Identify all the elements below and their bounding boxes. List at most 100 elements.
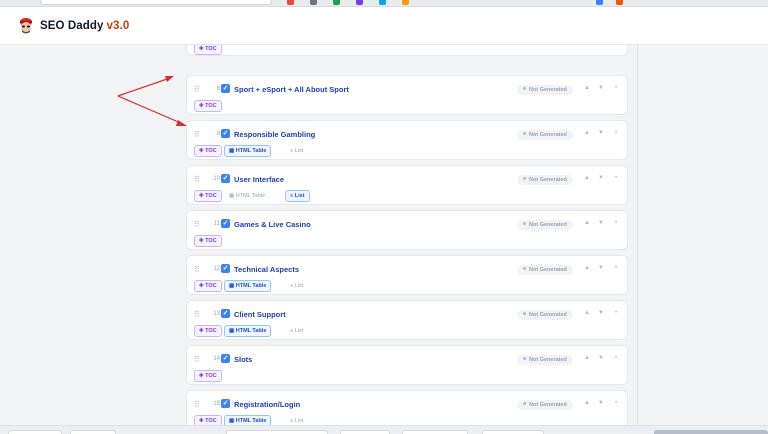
extension-icon[interactable] [596,0,603,5]
footer-button[interactable] [340,430,390,434]
more-icon[interactable]: • [615,400,617,406]
extension-icon[interactable] [310,0,317,5]
section-checkbox[interactable]: ✓ [221,219,230,228]
arrow-up-icon[interactable]: ▲ [584,130,590,136]
toc-chip[interactable]: ✚ TOC [194,100,222,112]
arrow-down-icon[interactable]: ▼ [598,265,604,271]
section-checkbox[interactable]: ✓ [221,354,230,363]
list-chip[interactable]: ≡ List [285,145,309,157]
footer-primary-button[interactable] [654,430,768,434]
drag-handle-icon[interactable]: ⠿ [194,310,200,319]
section-card[interactable]: ⠿ 15 ✓ Registration/Login Not Generated ▲ ▼ • ✚ … [186,390,628,425]
arrow-up-icon[interactable]: ▲ [584,220,590,226]
toc-chip[interactable]: ✚ TOC [194,235,222,247]
section-checkbox[interactable]: ✓ [221,129,230,138]
section-card[interactable]: ⠿ 11 ✓ Games & Live Casino Not Generated ▲ ▼ • ✚… [186,210,628,250]
arrow-down-icon[interactable]: ▼ [598,400,604,406]
more-icon[interactable]: • [615,85,617,91]
section-title[interactable]: Slots [234,355,252,364]
footer-button[interactable] [482,430,544,434]
drag-handle-icon[interactable]: ⠿ [194,355,200,364]
toc-chip[interactable]: ✚ TOC [194,280,222,292]
html-table-chip[interactable]: ▦ HTML Table [224,325,272,337]
list-chip[interactable]: ≡ List [285,325,309,337]
section-card[interactable]: ⠿ 14 ✓ Slots Not Generated ▲ ▼ • ✚ TOC [186,345,628,385]
section-card[interactable]: ⠿ 9 ✓ Responsible Gambling Not Generated ▲ ▼ • ✚… [186,120,628,160]
html-table-chip[interactable]: ▦ HTML Table [224,190,271,202]
section-title[interactable]: Games & Live Casino [234,220,311,229]
section-title[interactable]: Technical Aspects [234,265,299,274]
arrow-down-icon[interactable]: ▼ [598,175,604,181]
html-table-label: HTML Table [235,148,267,154]
more-icon[interactable]: • [615,310,617,316]
section-title[interactable]: Registration/Login [234,400,300,409]
more-icon[interactable]: • [615,265,617,271]
more-icon[interactable]: • [615,175,617,181]
extension-icon[interactable] [356,0,363,5]
drag-handle-icon[interactable]: ⠿ [194,85,200,94]
arrow-up-icon[interactable]: ▲ [584,310,590,316]
drag-handle-icon[interactable]: ⠿ [194,265,200,274]
toc-chip[interactable]: ✚ TOC [194,190,222,202]
toc-label: TOC [205,193,217,199]
extension-icon[interactable] [287,0,294,5]
list-chip[interactable]: ≡ List [285,190,310,202]
drag-handle-icon[interactable]: ⠿ [194,175,200,184]
arrow-up-icon[interactable]: ▲ [584,85,590,91]
toc-chip[interactable]: ✚ TOC [194,415,222,425]
extension-icon[interactable] [379,0,386,5]
section-title[interactable]: Responsible Gambling [234,130,315,139]
extension-icon[interactable] [402,0,409,5]
section-number: 13 [213,311,220,317]
arrow-down-icon[interactable]: ▼ [598,220,604,226]
section-card[interactable]: ⠿ 10 ✓ User Interface Not Generated ▲ ▼ • ✚ TOC ▦… [186,165,628,205]
toc-chip[interactable]: ✚ TOC [194,325,222,337]
section-title[interactable]: User Interface [234,175,284,184]
section-checkbox[interactable]: ✓ [221,84,230,93]
footer-button[interactable] [70,430,116,434]
more-icon[interactable]: • [615,220,617,226]
arrow-down-icon[interactable]: ▼ [598,355,604,361]
section-card[interactable]: ⠿ 13 ✓ Client Support Not Generated ▲ ▼ • ✚ TOC ▦… [186,300,628,340]
arrow-up-icon[interactable]: ▲ [584,355,590,361]
arrow-up-icon[interactable]: ▲ [584,175,590,181]
section-checkbox[interactable]: ✓ [221,174,230,183]
html-table-chip[interactable]: ▦ HTML Table [224,280,272,292]
extension-icon[interactable] [616,0,623,5]
section-checkbox[interactable]: ✓ [221,309,230,318]
footer-button[interactable] [8,430,62,434]
list-chip[interactable]: ≡ List [285,280,309,292]
html-table-chip[interactable]: ▦ HTML Table [224,415,272,425]
more-icon[interactable]: • [615,130,617,136]
more-icon[interactable]: • [615,355,617,361]
section-number: 9 [216,131,220,137]
address-bar[interactable] [40,0,272,5]
toc-chip[interactable]: ✚ TOC [194,45,222,55]
toc-label: TOC [205,418,217,424]
drag-handle-icon[interactable]: ⠿ [194,130,200,139]
arrow-up-icon[interactable]: ▲ [584,400,590,406]
section-title[interactable]: Client Support [234,310,286,319]
footer-button[interactable] [402,430,468,434]
arrow-down-icon[interactable]: ▼ [598,130,604,136]
section-number: 10 [213,176,220,182]
list-label: List [294,283,304,289]
section-card[interactable]: ✚ TOC [186,45,628,56]
drag-handle-icon[interactable]: ⠿ [194,220,200,229]
toc-chip[interactable]: ✚ TOC [194,145,222,157]
arrow-down-icon[interactable]: ▼ [598,310,604,316]
section-card[interactable]: ⠿ 8 ✓ Sport + eSport + All About Sport Not G… [186,75,628,115]
html-table-chip[interactable]: ▦ HTML Table [224,145,272,157]
arrow-up-icon[interactable]: ▲ [584,265,590,271]
section-checkbox[interactable]: ✓ [221,264,230,273]
section-card[interactable]: ⠿ 12 ✓ Technical Aspects Not Generated ▲ ▼ • ✚ T… [186,255,628,295]
list-chip[interactable]: ≡ List [285,415,309,425]
drag-handle-icon[interactable]: ⠿ [194,400,200,409]
arrow-down-icon[interactable]: ▼ [598,85,604,91]
extension-icon[interactable] [333,0,340,5]
footer-button[interactable] [226,430,328,434]
section-checkbox[interactable]: ✓ [221,399,230,408]
status-badge: Not Generated [517,220,573,230]
section-title[interactable]: Sport + eSport + All About Sport [234,85,349,94]
toc-chip[interactable]: ✚ TOC [194,370,222,382]
